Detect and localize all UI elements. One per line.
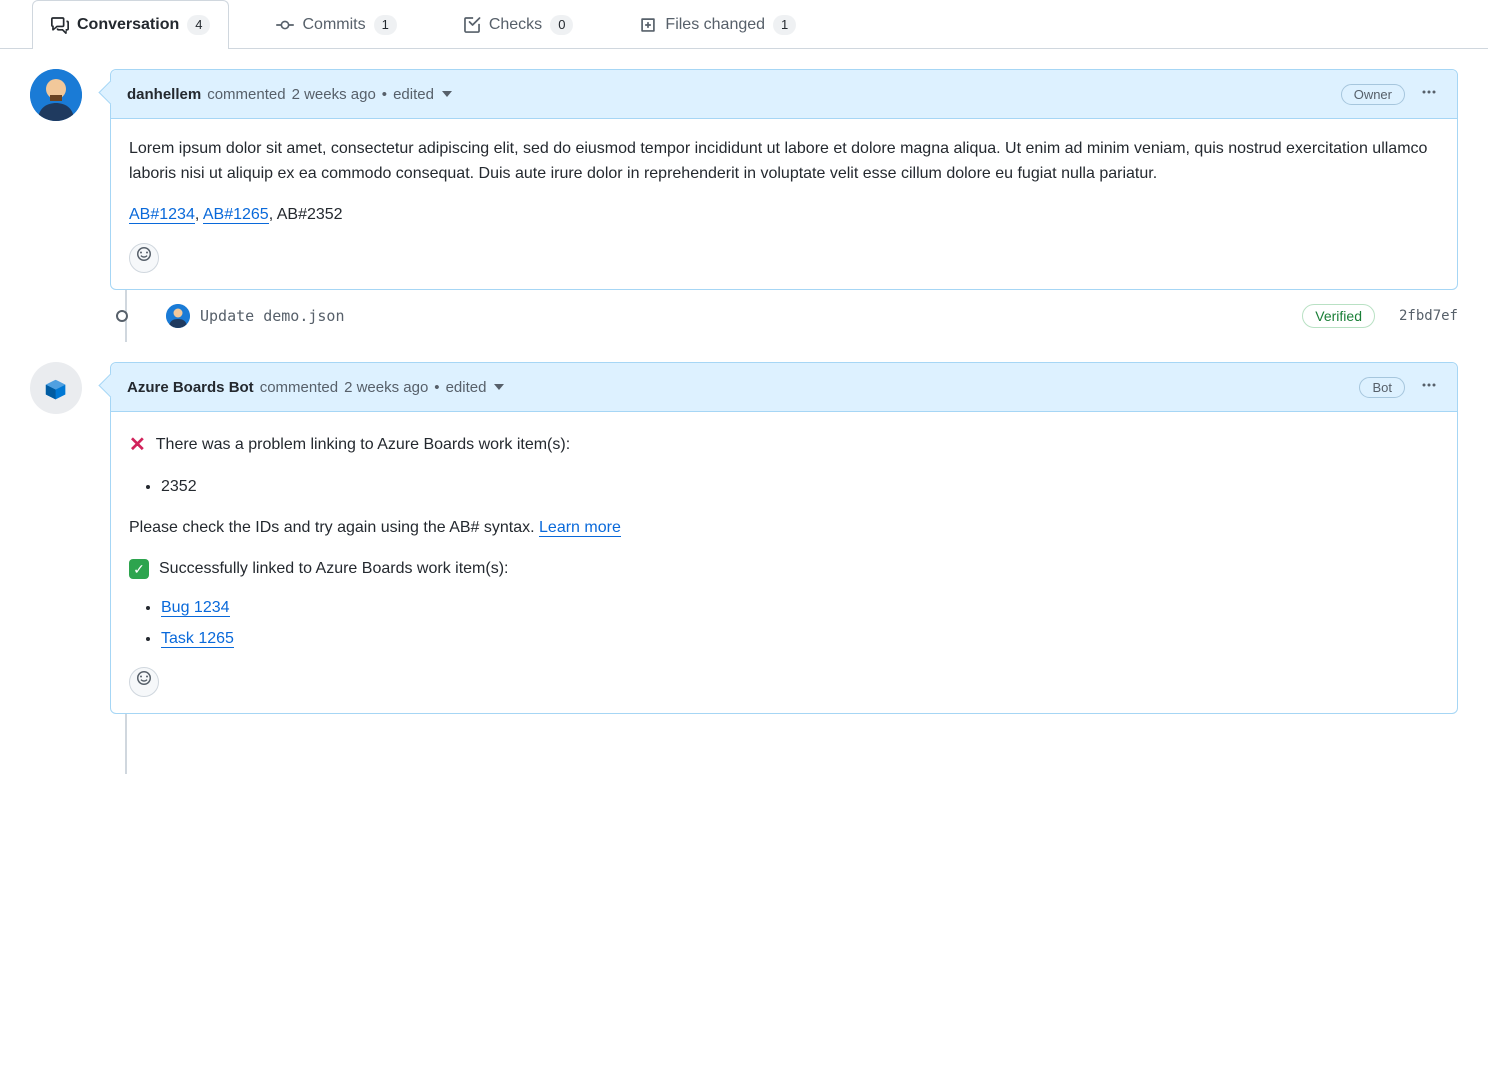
problem-list: 2352	[129, 475, 1439, 500]
check-icon: ✓	[129, 559, 149, 579]
x-icon: ✕	[129, 430, 146, 461]
tab-counter: 4	[187, 15, 210, 35]
tab-conversation[interactable]: Conversation 4	[32, 0, 229, 49]
help-text: Please check the IDs and try again using…	[129, 516, 1439, 541]
bot-badge: Bot	[1359, 377, 1405, 398]
comment-text: Lorem ipsum dolor sit amet, consectetur …	[129, 137, 1439, 187]
smiley-icon	[136, 246, 152, 271]
work-item-link[interactable]: AB#1265	[203, 206, 269, 224]
success-status: ✓ Successfully linked to Azure Boards wo…	[129, 557, 1439, 582]
work-item-links: AB#1234, AB#1265, AB#2352	[129, 203, 1439, 228]
avatar[interactable]	[30, 362, 82, 414]
tab-label: Conversation	[77, 16, 179, 34]
comment-item: danhellem commented 2 weeks ago • edited…	[30, 69, 1458, 290]
comment-edited[interactable]: edited	[446, 379, 487, 396]
comment-action: commented	[260, 379, 338, 396]
comment-item: Azure Boards Bot commented 2 weeks ago •…	[30, 362, 1458, 714]
caret-down-icon[interactable]	[442, 89, 452, 99]
pr-tabs: Conversation 4 Commits 1 Checks 0 Files …	[0, 0, 1488, 49]
commits-icon	[276, 16, 294, 34]
tab-counter: 1	[374, 15, 397, 35]
comment-author[interactable]: Azure Boards Bot	[127, 379, 254, 396]
list-item: 2352	[161, 475, 1439, 500]
tab-label: Files changed	[665, 16, 765, 34]
verified-badge[interactable]: Verified	[1302, 304, 1375, 328]
tab-label: Checks	[489, 16, 542, 34]
avatar[interactable]	[30, 69, 82, 121]
comment-time[interactable]: 2 weeks ago	[344, 379, 428, 396]
commit-sha[interactable]: 2fbd7ef	[1399, 308, 1458, 324]
tab-label: Commits	[302, 16, 365, 34]
kebab-icon[interactable]	[1417, 80, 1441, 108]
comment-header: Azure Boards Bot commented 2 weeks ago •…	[111, 363, 1457, 412]
comment-body: ✕ There was a problem linking to Azure B…	[111, 412, 1457, 713]
work-item-link[interactable]: AB#1234	[129, 206, 195, 224]
comment-box: Azure Boards Bot commented 2 weeks ago •…	[110, 362, 1458, 714]
conversation-icon	[51, 16, 69, 34]
commit-row: Update demo.json Verified 2fbd7ef	[118, 290, 1458, 342]
tab-counter: 0	[550, 15, 573, 35]
add-reaction-button[interactable]	[129, 667, 159, 697]
tab-files-changed[interactable]: Files changed 1	[620, 0, 815, 49]
tab-counter: 1	[773, 15, 796, 35]
comment-edited[interactable]: edited	[393, 86, 434, 103]
success-list: Bug 1234 Task 1265	[129, 596, 1439, 652]
work-item-link[interactable]: Task 1265	[161, 630, 234, 648]
comment-body: Lorem ipsum dolor sit amet, consectetur …	[111, 119, 1457, 289]
owner-badge: Owner	[1341, 84, 1405, 105]
comment-time[interactable]: 2 weeks ago	[292, 86, 376, 103]
checks-icon	[463, 16, 481, 34]
tab-commits[interactable]: Commits 1	[257, 0, 415, 49]
add-reaction-button[interactable]	[129, 243, 159, 273]
files-changed-icon	[639, 16, 657, 34]
comment-header: danhellem commented 2 weeks ago • edited…	[111, 70, 1457, 119]
work-item-link[interactable]: Bug 1234	[161, 599, 230, 617]
comment-author[interactable]: danhellem	[127, 86, 201, 103]
caret-down-icon[interactable]	[494, 382, 504, 392]
error-status: ✕ There was a problem linking to Azure B…	[129, 430, 1439, 461]
comment-box: danhellem commented 2 weeks ago • edited…	[110, 69, 1458, 290]
tab-checks[interactable]: Checks 0	[444, 0, 593, 49]
smiley-icon	[136, 670, 152, 695]
work-item-text: AB#2352	[277, 206, 343, 223]
mini-avatar[interactable]	[166, 304, 190, 328]
kebab-icon[interactable]	[1417, 373, 1441, 401]
list-item: Bug 1234	[161, 596, 1439, 621]
comment-action: commented	[207, 86, 285, 103]
commit-message[interactable]: Update demo.json	[200, 307, 345, 325]
commit-node-icon	[116, 310, 128, 322]
list-item: Task 1265	[161, 627, 1439, 652]
learn-more-link[interactable]: Learn more	[539, 519, 621, 537]
